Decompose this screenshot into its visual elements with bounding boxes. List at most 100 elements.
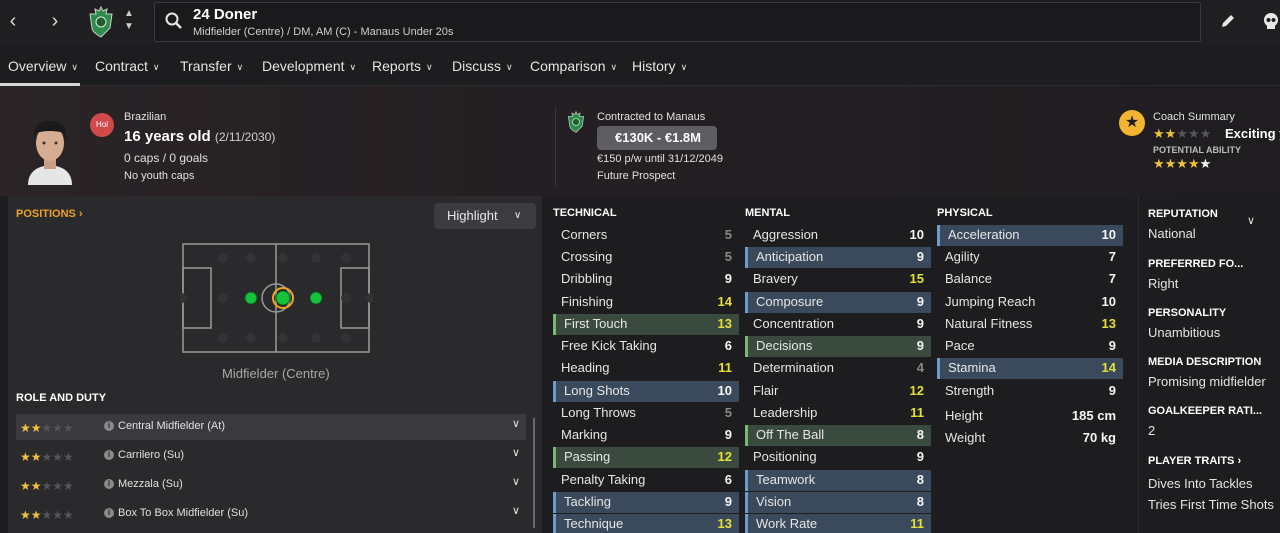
role-stars: ★★★★★ [20, 450, 74, 464]
attribute-row[interactable]: Free Kick Taking 6 [553, 336, 739, 357]
attribute-row[interactable]: First Touch 13 [553, 314, 739, 335]
attribute-row[interactable]: Flair 12 [745, 381, 931, 402]
attribute-row[interactable]: Passing 12 [553, 447, 739, 468]
chevron-down-icon[interactable]: ∨ [512, 504, 520, 517]
tab-comparison[interactable]: Comparison ∨ [530, 58, 617, 74]
attribute-row[interactable]: Pace 9 [937, 336, 1123, 357]
attribute-row[interactable]: Composure 9 [745, 292, 931, 313]
attribute-row[interactable]: Decisions 9 [745, 336, 931, 357]
role-row[interactable]: ★★★★★ i Central Midfielder (At) ∨ [16, 414, 526, 440]
tab-discuss[interactable]: Discuss ∨ [452, 58, 513, 74]
player-up-down-icon[interactable]: ▲ ▼ [122, 7, 136, 35]
chevron-down-icon: ∨ [514, 210, 522, 221]
skull-icon[interactable] [1262, 12, 1280, 30]
attribute-row[interactable]: Concentration 9 [745, 314, 931, 335]
role-row[interactable]: ★★★★★ i Box To Box Midfielder (Su) ∨ [16, 501, 526, 527]
attribute-row[interactable]: Heading 11 [553, 358, 739, 379]
goalkeeper-rating-title: GOALKEEPER RATI... [1148, 405, 1263, 417]
top-bar: ‹ › ▲ ▼ 24 Doner Midfielder (Centre) / DM… [0, 0, 1280, 44]
potential-ability-stars: ★★★★★ [1153, 156, 1212, 171]
info-icon[interactable]: i [104, 508, 114, 518]
back-icon[interactable]: ‹ [4, 10, 22, 32]
attribute-row[interactable]: Penalty Taking 6 [553, 470, 739, 491]
attribute-row[interactable]: Work Rate 11 [745, 514, 931, 533]
club-crest-icon[interactable] [88, 6, 114, 38]
reputation-value: National [1148, 226, 1196, 241]
attribute-row[interactable]: Teamwork 8 [745, 470, 931, 491]
pencil-icon[interactable] [1219, 12, 1237, 30]
tab-history[interactable]: History ∨ [632, 58, 687, 74]
attribute-row[interactable]: Finishing 14 [553, 292, 739, 313]
attribute-row[interactable]: Acceleration 10 [937, 225, 1123, 246]
position-pitch [180, 243, 373, 353]
role-stars: ★★★★★ [20, 421, 74, 435]
technical-title: TECHNICAL [553, 207, 617, 219]
attribute-row[interactable]: Natural Fitness 13 [937, 314, 1123, 335]
attribute-row[interactable]: Long Shots 10 [553, 381, 739, 402]
attribute-row[interactable]: Jumping Reach 10 [937, 292, 1123, 313]
chevron-down-icon: ∨ [349, 62, 357, 72]
scrollbar[interactable] [533, 418, 535, 528]
attribute-row[interactable]: Long Throws 5 [553, 403, 739, 424]
player-trait: Tries First Time Shots [1148, 497, 1274, 512]
attribute-row[interactable]: Corners 5 [553, 225, 739, 246]
attribute-row[interactable]: Dribbling 9 [553, 269, 739, 290]
attribute-row[interactable]: Off The Ball 8 [745, 425, 931, 446]
attribute-row[interactable]: Tackling 9 [553, 492, 739, 513]
info-icon[interactable]: i [104, 450, 114, 460]
info-icon[interactable]: i [104, 479, 114, 489]
divider [555, 108, 556, 186]
coach-summary-title: Coach Summary [1153, 111, 1235, 123]
search-icon [165, 12, 182, 29]
attribute-row[interactable]: Stamina 14 [937, 358, 1123, 379]
attribute-row[interactable]: Vision 8 [745, 492, 931, 513]
player-subtitle: Midfielder (Centre) / DM, AM (C) - Manau… [193, 26, 454, 38]
attribute-row[interactable]: Determination 4 [745, 358, 931, 379]
club-crest-icon [567, 110, 585, 133]
attribute-row[interactable]: Aggression 10 [745, 225, 931, 246]
chevron-down-icon[interactable]: ∨ [1247, 214, 1255, 227]
attribute-row[interactable]: Technique 13 [553, 514, 739, 533]
chevron-down-icon: ∨ [71, 62, 78, 72]
chevron-down-icon[interactable]: ∨ [512, 446, 520, 459]
player-search-box[interactable]: 24 Doner Midfielder (Centre) / DM, AM (C… [154, 2, 1201, 42]
attribute-row[interactable]: Anticipation 9 [745, 247, 931, 268]
attribute-row[interactable]: Bravery 15 [745, 269, 931, 290]
chevron-down-icon[interactable]: ∨ [512, 475, 520, 488]
info-icon[interactable]: i [104, 421, 114, 431]
role-stars: ★★★★★ [20, 479, 74, 493]
highlight-dropdown[interactable]: Highlight ∨ [434, 203, 536, 229]
tab-transfer[interactable]: Transfer ∨ [180, 58, 243, 74]
media-description-value: Promising midfielder [1148, 374, 1266, 389]
chevron-down-icon: ∨ [236, 62, 244, 72]
preferred-foot-title: PREFERRED FO... [1148, 258, 1244, 270]
tab-development[interactable]: Development ∨ [262, 58, 356, 74]
role-row[interactable]: ★★★★★ i Carrilero (Su) ∨ [16, 443, 526, 469]
role-name: Carrilero (Su) [118, 449, 185, 461]
tab-reports[interactable]: Reports ∨ [372, 58, 433, 74]
mental-title: MENTAL [745, 207, 791, 219]
tab-overview[interactable]: Overview ∨ [8, 58, 78, 74]
player-trait: Dives Into Tackles [1148, 476, 1253, 491]
attribute-row[interactable]: Balance 7 [937, 269, 1123, 290]
wage: €150 p/w until 31/12/2049 [597, 153, 723, 165]
attribute-row[interactable]: Positioning 9 [745, 447, 931, 468]
tab-contract[interactable]: Contract ∨ [95, 58, 160, 74]
attribute-row[interactable]: Agility 7 [937, 247, 1123, 268]
chevron-down-icon: ∨ [426, 62, 433, 72]
attribute-row[interactable]: Strength 9 [937, 381, 1123, 402]
chevron-down-icon[interactable]: ∨ [512, 417, 520, 430]
current-ability-stars: ★★★★★ [1153, 126, 1212, 141]
attribute-row[interactable]: Leadership 11 [745, 403, 931, 424]
role-name: Mezzala (Su) [118, 478, 183, 490]
positions-title[interactable]: POSITIONS › [16, 208, 83, 220]
attribute-row[interactable]: Marking 9 [553, 425, 739, 446]
attribute-row[interactable]: Crossing 5 [553, 247, 739, 268]
nationality: Brazilian [124, 111, 167, 123]
nationality-badge: Hol [90, 113, 114, 137]
role-row[interactable]: ★★★★★ i Mezzala (Su) ∨ [16, 472, 526, 498]
player-traits-title[interactable]: PLAYER TRAITS › [1148, 455, 1241, 467]
forward-icon[interactable]: › [46, 10, 64, 32]
potential-label: POTENTIAL ABILITY [1153, 145, 1242, 155]
chevron-down-icon: ∨ [506, 62, 513, 72]
